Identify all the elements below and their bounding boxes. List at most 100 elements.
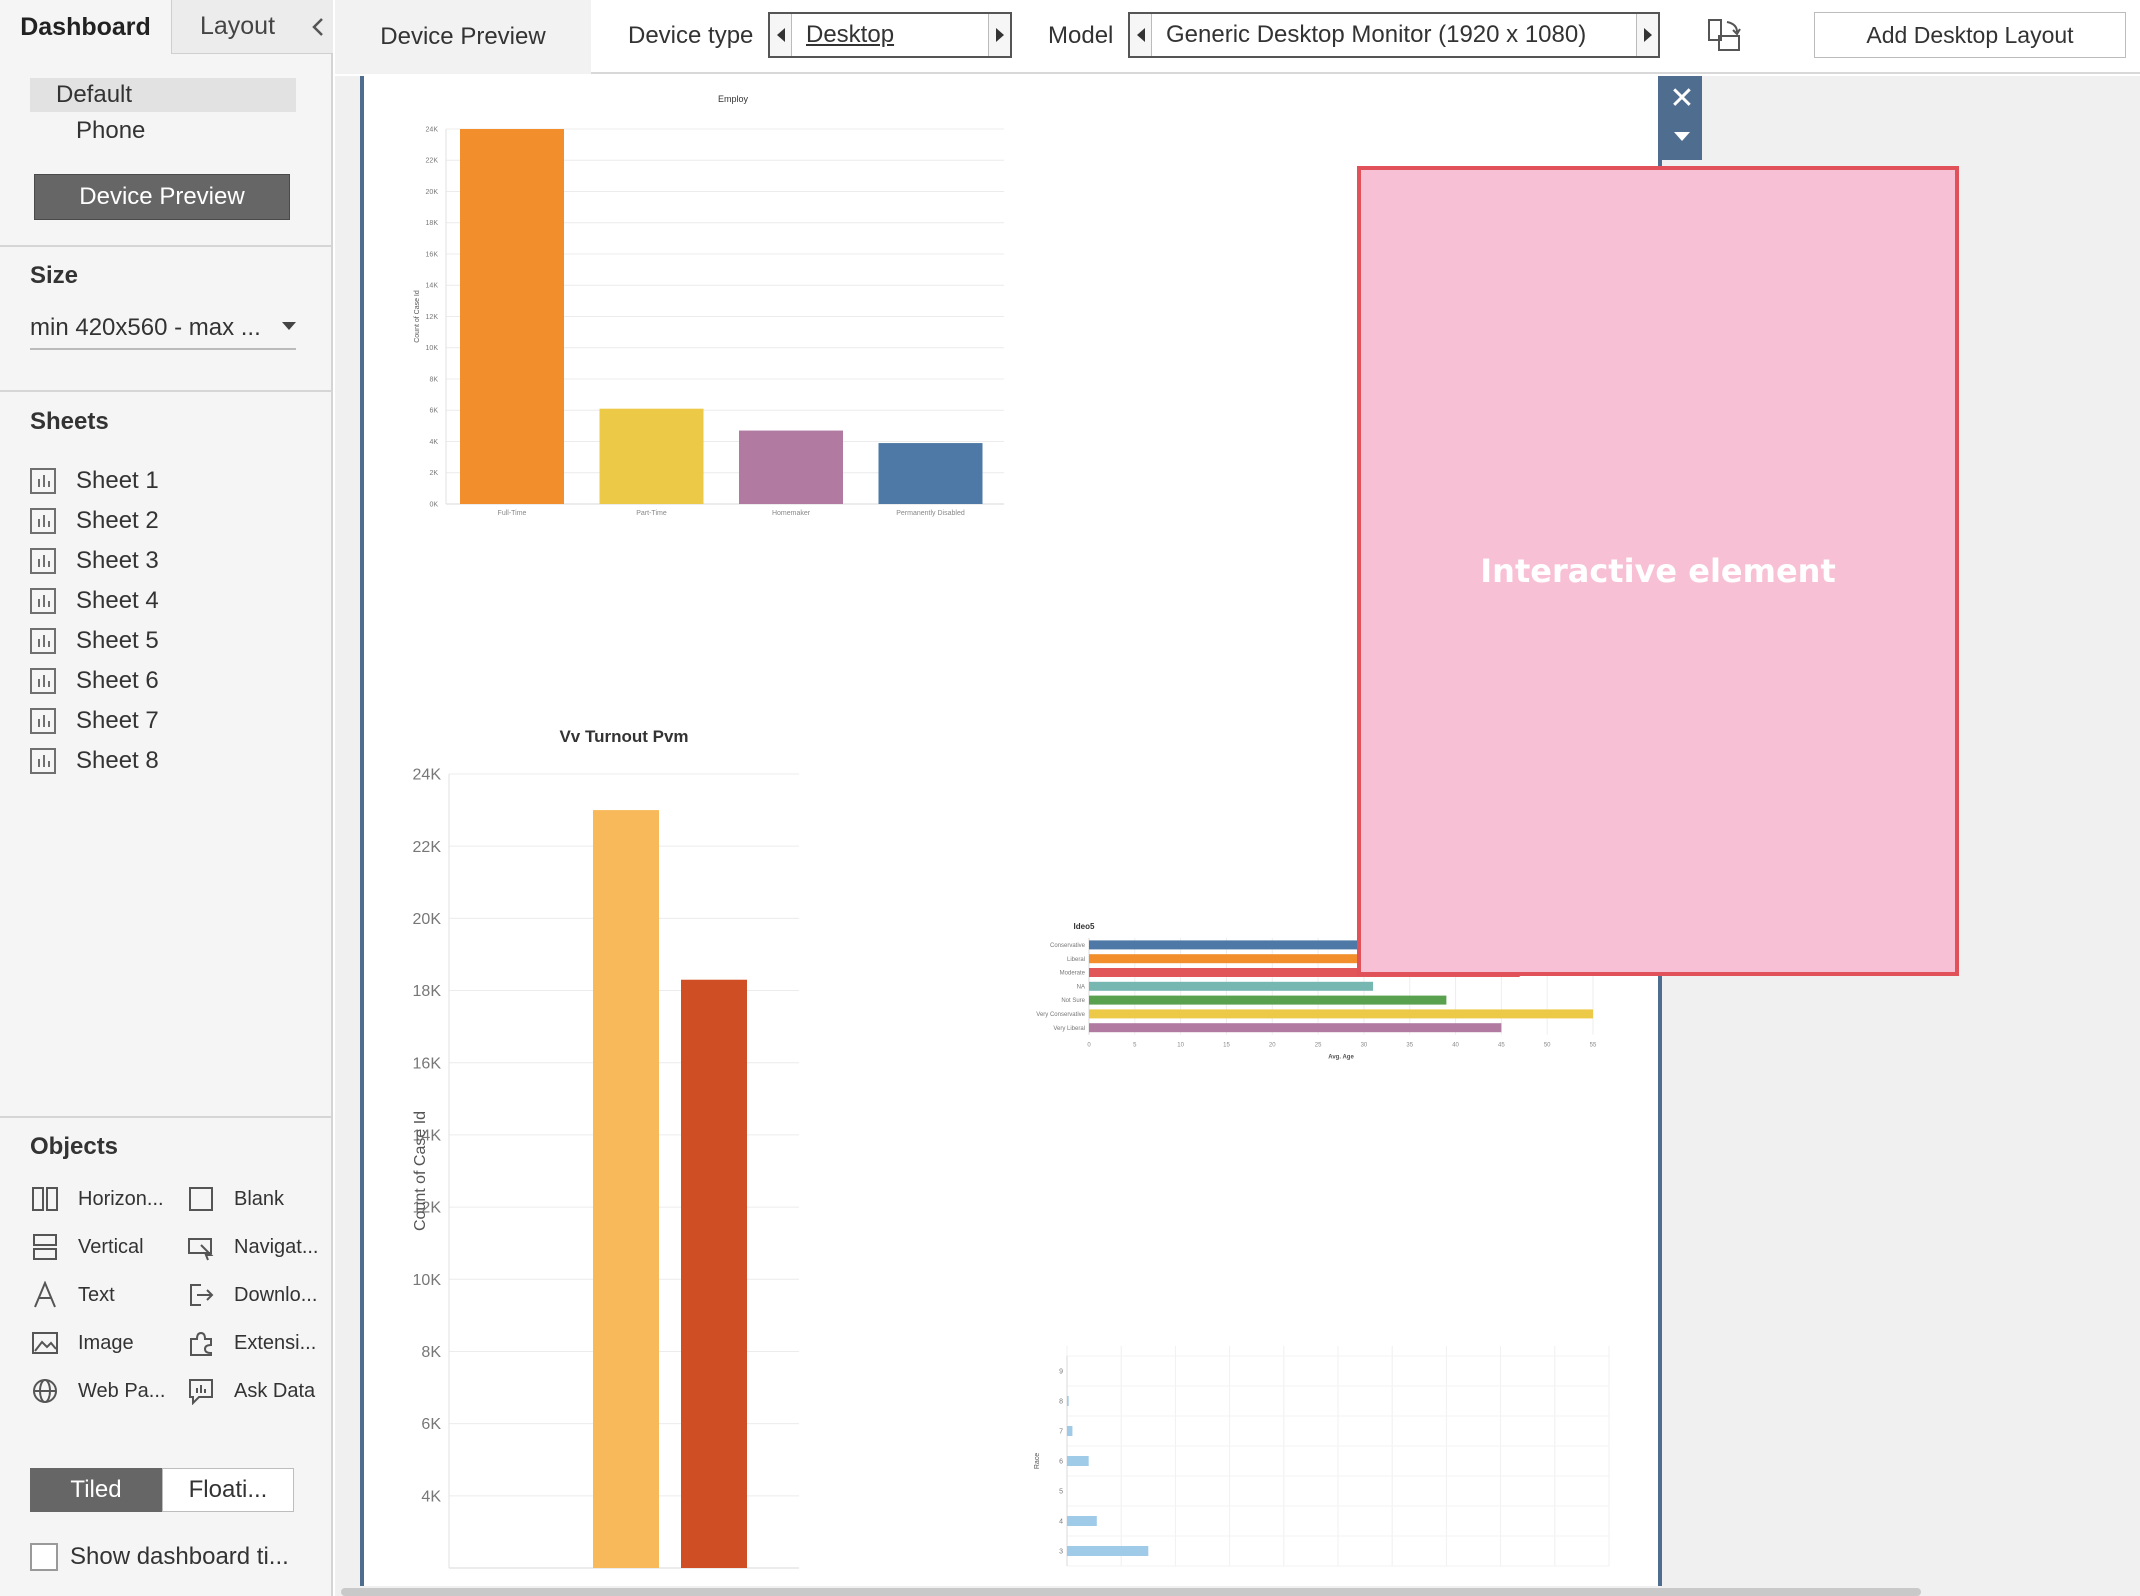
sheet-item[interactable]: Sheet 8 (30, 744, 159, 778)
object-navigation[interactable]: Navigat... (186, 1229, 318, 1265)
x-tick-label: 25 (1315, 1043, 1322, 1049)
tab-layout[interactable]: Layout (172, 0, 303, 54)
sheet-item[interactable]: Sheet 7 (30, 704, 159, 738)
sheet-icon (30, 468, 56, 494)
interactive-element-label: Interactive element (1480, 552, 1836, 590)
vv-turnout-bar-chart[interactable]: Vv Turnout Pvm4K6K8K10K12K14K16K18K20K22… (369, 716, 809, 1576)
sheet-label: Sheet 2 (76, 507, 159, 534)
y-tick-label: 8K (429, 376, 438, 383)
object-label: Extensi... (234, 1331, 317, 1354)
object-label: Navigat... (234, 1235, 319, 1258)
y-tick-label: Conservative (1050, 943, 1086, 949)
bar (1067, 1426, 1073, 1436)
layout-option-phone[interactable]: Phone (30, 114, 296, 148)
object-text[interactable]: Text (30, 1277, 115, 1313)
employ-bar-chart[interactable]: Employ 0K 2K 4K 6K 8K 10K 12K 14K 16K 18K 20K 22K 24K… (369, 76, 1009, 546)
floating-toggle[interactable]: Floati... (162, 1468, 294, 1512)
y-tick-label: 16K (413, 1055, 442, 1072)
layout-option-default[interactable]: Default (30, 78, 296, 112)
object-label: Downlo... (234, 1283, 318, 1306)
sheet-item[interactable]: Sheet 1 (30, 464, 159, 498)
device-preview-toolbar: Device Preview Device type Desktop Model… (335, 0, 2140, 74)
x-tick-label: Part-Time (636, 510, 667, 517)
x-tick-label: 10 (1177, 1043, 1184, 1049)
x-tick-label: Homemaker (772, 510, 811, 517)
y-tick-label: 16K (426, 251, 439, 258)
size-dropdown-value: min 420x560 - max ... (30, 314, 261, 341)
sheet-item[interactable]: Sheet 4 (30, 584, 159, 618)
more-options-icon[interactable] (1674, 132, 1690, 141)
y-tick-label: 5 (1059, 1488, 1063, 1495)
interactive-element-placeholder[interactable]: Interactive element (1357, 166, 1959, 976)
chevron-left-icon (312, 17, 323, 36)
bar (1089, 1023, 1502, 1033)
collapse-panel-button[interactable] (303, 0, 333, 54)
sheet-label: Sheet 6 (76, 667, 159, 694)
checkbox-icon[interactable] (30, 1543, 58, 1571)
triangle-left-icon (1136, 28, 1145, 42)
device-preview-button[interactable]: Device Preview (34, 174, 290, 220)
dashboard-canvas: Employ 0K 2K 4K 6K 8K 10K 12K 14K 16K 18K 20K 22K 24K… (335, 76, 2140, 1596)
y-tick-label: 14K (426, 283, 439, 290)
sheet-icon (30, 628, 56, 654)
tab-device-preview[interactable]: Device Preview (335, 0, 591, 74)
bar (1089, 981, 1374, 991)
object-globe[interactable]: Web Pa... (30, 1373, 165, 1409)
sheet-icon (30, 748, 56, 774)
vertical-icon (30, 1232, 60, 1262)
y-tick-label: 10K (413, 1272, 442, 1289)
add-desktop-layout-button[interactable]: Add Desktop Layout (1814, 12, 2126, 58)
object-label: Vertical (78, 1235, 144, 1258)
next-model-button[interactable] (1636, 14, 1658, 56)
y-tick-label: 22K (413, 839, 442, 856)
y-tick-label: 4K (421, 1488, 441, 1505)
y-tick-label: 7 (1059, 1428, 1063, 1435)
size-dropdown[interactable]: min 420x560 - max ... (30, 308, 296, 350)
device-type-value: Desktop (806, 21, 895, 48)
y-tick-label: 12K (426, 314, 439, 321)
object-ask-data[interactable]: Ask Data (186, 1373, 315, 1409)
tab-dashboard[interactable]: Dashboard (0, 0, 172, 54)
sheet-item[interactable]: Sheet 5 (30, 624, 159, 658)
rotate-device-icon[interactable] (1703, 16, 1743, 56)
y-tick-label: Not Sure (1061, 998, 1085, 1004)
object-vertical[interactable]: Vertical (30, 1229, 144, 1265)
x-tick-label: 55 (1590, 1043, 1597, 1049)
y-tick-label: 24K (426, 126, 439, 133)
previous-model-button[interactable] (1130, 14, 1152, 56)
object-horizontal[interactable]: Horizon... (30, 1181, 164, 1217)
tiled-toggle[interactable]: Tiled (30, 1468, 162, 1512)
object-label: Blank (234, 1187, 285, 1210)
y-tick-label: 22K (426, 158, 439, 165)
bar (1067, 1546, 1149, 1556)
show-dashboard-title-checkbox[interactable]: Show dashboard ti... (30, 1540, 289, 1574)
y-tick-label: 3 (1059, 1548, 1063, 1555)
object-download[interactable]: Downlo... (186, 1277, 317, 1313)
close-icon[interactable]: ✕ (1662, 80, 1702, 116)
triangle-right-icon (1643, 28, 1652, 42)
x-tick-label: 5 (1133, 1043, 1137, 1049)
sheet-label: Sheet 5 (76, 627, 159, 654)
model-label: Model (1048, 22, 1114, 49)
race-bar-chart[interactable]: 9 8 7 6 5 4 3 Race (1019, 1326, 1639, 1586)
left-panel: Dashboard Layout Default Phone Device Pr… (0, 0, 333, 1596)
object-extension[interactable]: Extensi... (186, 1325, 316, 1361)
device-type-selector[interactable]: Desktop (768, 12, 1012, 58)
sheet-icon (30, 668, 56, 694)
horizontal-scrollbar[interactable] (341, 1588, 1921, 1596)
y-tick-label: 10K (426, 345, 439, 352)
sheet-item[interactable]: Sheet 6 (30, 664, 159, 698)
sheet-item[interactable]: Sheet 3 (30, 544, 159, 578)
object-blank[interactable]: Blank (186, 1181, 284, 1217)
object-label: Image (78, 1331, 134, 1354)
model-selector[interactable]: Generic Desktop Monitor (1920 x 1080) (1128, 12, 1660, 58)
bar (878, 443, 983, 504)
object-image[interactable]: Image (30, 1325, 134, 1361)
object-label: Ask Data (234, 1379, 316, 1402)
sheet-icon (30, 708, 56, 734)
sheet-item[interactable]: Sheet 2 (30, 504, 159, 538)
y-tick-label: Very Conservative (1036, 1012, 1085, 1018)
previous-device-type-button[interactable] (770, 14, 792, 56)
bar (1067, 1396, 1069, 1406)
next-device-type-button[interactable] (988, 14, 1010, 56)
